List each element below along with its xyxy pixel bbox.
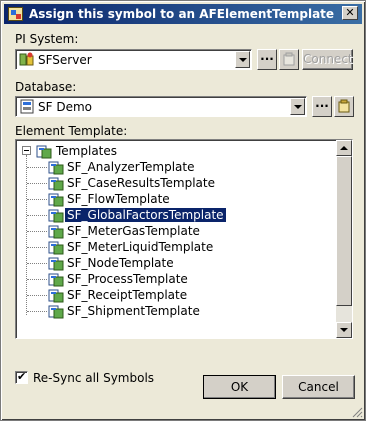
element-template-icon [48,273,64,287]
scroll-up-icon[interactable] [336,140,352,156]
element-template-icon [48,193,64,207]
tree-item[interactable]: SF_ProcessTemplate [16,271,336,287]
database-properties-button[interactable] [334,96,354,117]
element-template-icon [48,209,64,223]
cancel-button[interactable]: Cancel [282,375,355,399]
pi-system-properties-button[interactable] [279,49,299,70]
database-select[interactable]: SF Demo [15,96,307,117]
tree-item[interactable]: SF_ShipmentTemplate [16,303,336,319]
tree-item-label: SF_AnalyzerTemplate [67,160,195,174]
pi-system-label: PI System: [15,32,79,46]
properties-icon [338,99,350,113]
tree-item[interactable]: SF_FlowTemplate [16,191,336,207]
tree-item[interactable]: SF_MeterGasTemplate [16,223,336,239]
tree-item-label: SF_MeterLiquidTemplate [67,240,214,254]
tree-item[interactable]: SF_MeterLiquidTemplate [16,239,336,255]
app-icon [8,7,23,21]
title-bar[interactable]: Assign this symbol to an AFElementTempla… [4,4,362,24]
tree-root-label: Templates [56,144,118,158]
database-icon [20,99,34,114]
element-template-tree[interactable]: Templates SF_AnalyzerTemplate SF_CaseResu… [15,139,353,339]
resize-grip-icon[interactable] [351,406,363,418]
element-template-icon [48,161,64,175]
element-template-icon [48,305,64,319]
tree-item-label: SF_MeterGasTemplate [67,224,200,238]
tree-item[interactable]: SF_AnalyzerTemplate [16,159,336,175]
tree-item-label: SF_NodeTemplate [67,256,174,270]
resync-checkbox[interactable]: ✔ [15,370,28,384]
pi-system-select[interactable]: SFServer [15,49,252,70]
tree-connector-line [27,295,47,296]
chevron-down-icon[interactable] [290,98,305,115]
tree-item-label: SF_ReceiptTemplate [67,288,188,302]
pi-system-browse-button[interactable]: ... [257,49,277,70]
element-template-label: Element Template: [15,124,128,138]
chevron-down-icon[interactable] [235,51,250,68]
element-template-icon [48,241,64,255]
tree-item-label: SF_ShipmentTemplate [67,304,200,318]
element-template-icon [48,177,64,191]
properties-icon [283,52,295,66]
tree-connector-line [27,311,47,312]
tree-list: Templates SF_AnalyzerTemplate SF_CaseResu… [16,140,336,338]
tree-connector-line [27,263,47,264]
tree-scrollbar[interactable] [336,140,352,338]
collapse-icon[interactable] [22,146,31,155]
element-template-icon [48,225,64,239]
tree-item-label: SF_ProcessTemplate [67,272,188,286]
tree-item[interactable]: SF_GlobalFactorsTemplate [16,207,336,223]
database-value: SF Demo [38,100,92,114]
tree-item-label: SF_GlobalFactorsTemplate [64,207,227,223]
tree-connector-line [27,231,47,232]
tree-connector-line [27,279,47,280]
database-label: Database: [15,80,77,94]
database-browse-button[interactable]: ... [312,96,332,117]
resync-label[interactable]: Re-Sync all Symbols [33,371,154,385]
element-template-icon [48,257,64,271]
tree-item[interactable]: SF_CaseResultsTemplate [16,175,336,191]
check-icon: ✔ [17,370,27,383]
tree-connector-line [27,215,47,216]
tree-connector-line [27,199,47,200]
template-folder-icon [36,145,52,159]
dialog-window: Assign this symbol to an AFElementTempla… [0,0,366,421]
scroll-down-icon[interactable] [336,322,352,338]
ok-button[interactable]: OK [203,375,276,399]
tree-item[interactable]: SF_ReceiptTemplate [16,287,336,303]
tree-item-label: SF_CaseResultsTemplate [67,176,215,190]
tree-connector-line [27,167,47,168]
tree-root-row[interactable]: Templates [16,143,336,159]
connect-button[interactable]: Connect [302,49,353,70]
tree-item-label: SF_FlowTemplate [67,192,170,206]
pi-system-value: SFServer [38,53,92,67]
server-icon [19,52,34,66]
tree-connector-line [27,247,47,248]
element-template-icon [48,289,64,303]
tree-connector-line [27,183,47,184]
tree-item[interactable]: SF_NodeTemplate [16,255,336,271]
close-button[interactable]: ✕ [342,6,358,20]
scroll-thumb[interactable] [336,156,352,306]
window-title: Assign this symbol to an AFElementTempla… [29,7,335,21]
